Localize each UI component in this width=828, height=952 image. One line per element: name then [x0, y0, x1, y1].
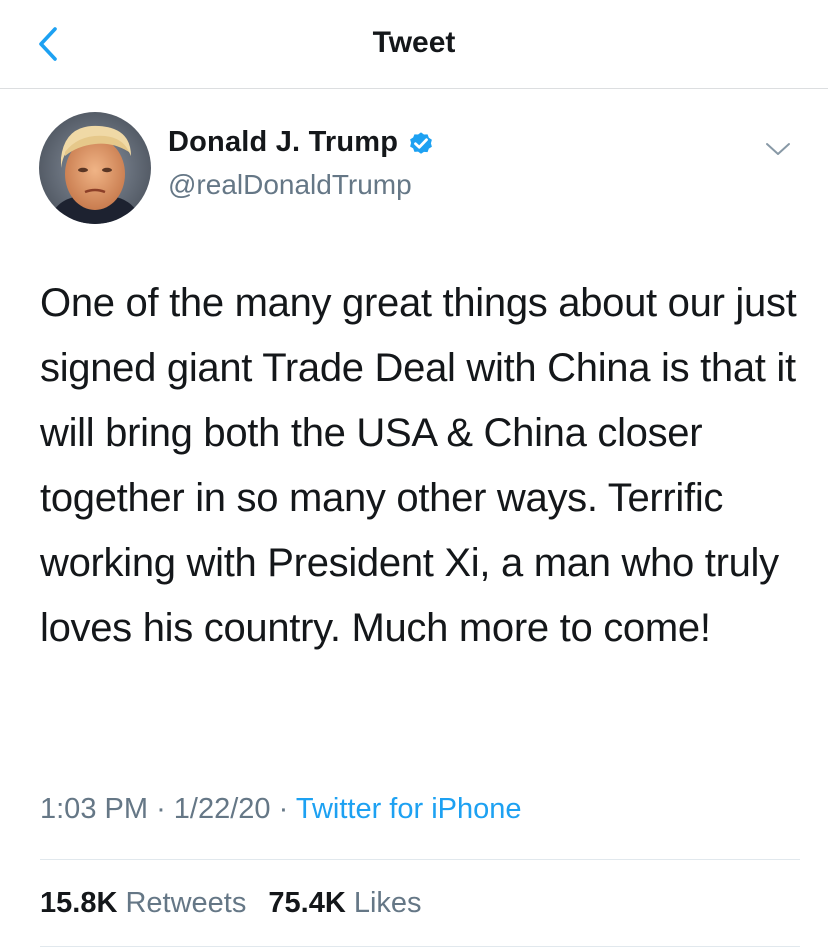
- page-title: Tweet: [372, 26, 456, 59]
- divider: [40, 859, 800, 860]
- avatar[interactable]: [39, 112, 151, 224]
- tweet-date: 1/22/20: [173, 793, 271, 825]
- tweet-time: 1:03 PM: [40, 793, 148, 825]
- divider: [40, 946, 800, 947]
- navigation-header: Tweet: [0, 0, 828, 89]
- retweets-count: 15.8K: [40, 887, 118, 919]
- retweets-stat[interactable]: 15.8K Retweets: [40, 887, 254, 919]
- tweet-metadata: 1:03 PM · 1/22/20 · Twitter for iPhone: [40, 793, 522, 826]
- likes-stat[interactable]: 75.4K Likes: [268, 887, 421, 919]
- tweet-stats: 15.8K Retweets 75.4K Likes: [40, 887, 422, 920]
- author-display-name[interactable]: Donald J. Trump: [168, 126, 398, 159]
- avatar-image: [39, 112, 151, 224]
- verified-badge-icon: [410, 131, 433, 154]
- author-name-row[interactable]: Donald J. Trump: [168, 126, 436, 159]
- chevron-down-icon: [766, 143, 790, 155]
- meta-separator: ·: [278, 793, 289, 825]
- tweet-text: One of the many great things about our j…: [40, 281, 797, 650]
- meta-separator: ·: [156, 793, 166, 825]
- author-handle[interactable]: @realDonaldTrump: [168, 169, 412, 201]
- tweet-options-button[interactable]: [760, 134, 796, 164]
- tweet-source-link[interactable]: Twitter for iPhone: [296, 793, 522, 825]
- tweet-detail-screen: Tweet Donald J. Trump @realDonaldTrump O…: [0, 0, 828, 952]
- retweets-label: Retweets: [125, 887, 247, 919]
- likes-count: 75.4K: [268, 887, 346, 919]
- likes-label: Likes: [353, 887, 422, 919]
